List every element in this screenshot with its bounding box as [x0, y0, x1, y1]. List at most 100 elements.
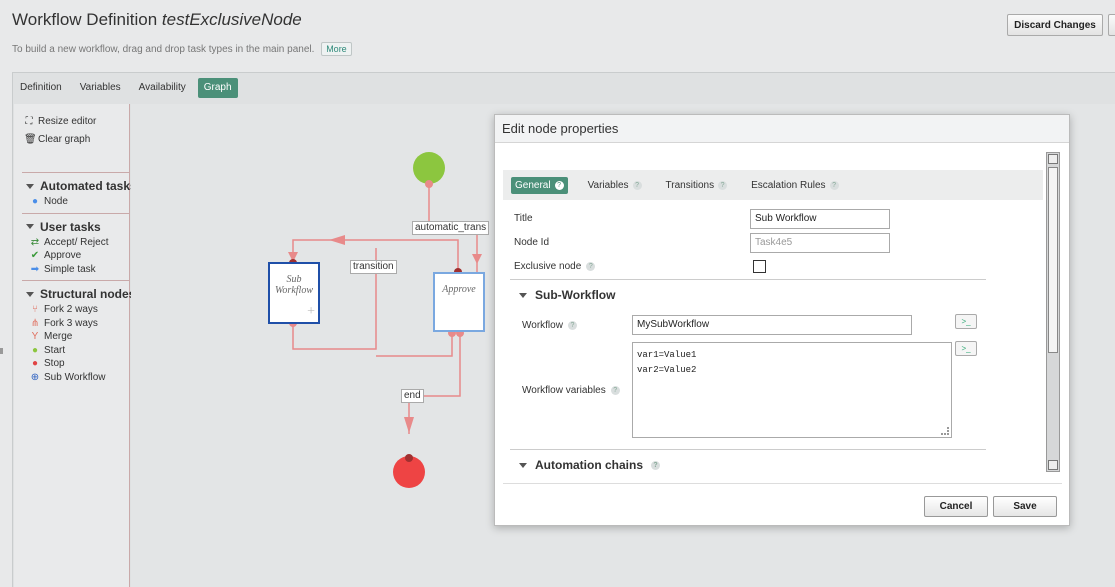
section-user-tasks[interactable]: User tasks: [14, 218, 129, 236]
more-button[interactable]: More: [321, 42, 352, 56]
edge-label-transition[interactable]: transition: [350, 260, 397, 274]
help-icon[interactable]: ?: [610, 386, 620, 395]
sub-workflow-section-header[interactable]: Sub-Workflow: [519, 288, 615, 302]
arrow-head: [329, 235, 345, 245]
help-icon[interactable]: ?: [632, 180, 642, 190]
resize-grip-icon[interactable]: [941, 427, 949, 435]
next-header-button[interactable]: [1108, 14, 1115, 36]
cancel-button[interactable]: Cancel: [924, 496, 988, 517]
item-label: Approve: [44, 250, 82, 262]
chevron-down-icon: [26, 224, 34, 229]
section-automated-tasks[interactable]: Automated tasks: [14, 177, 137, 195]
green-dot-icon: ●: [31, 344, 39, 356]
dialog-tab-general[interactable]: General ?: [511, 176, 568, 194]
resize-editor-label: Resize editor: [38, 115, 97, 127]
palette-item-fork-2[interactable]: ⑂ Fork 2 ways: [14, 303, 129, 317]
title-prefix: Workflow Definition: [12, 10, 158, 29]
variables-script-button[interactable]: >_: [955, 341, 977, 356]
scroll-down-button[interactable]: [1048, 460, 1058, 470]
start-port: [425, 180, 433, 188]
fork-3-icon: ⋔: [30, 317, 40, 329]
tab-label: Escalation Rules: [751, 179, 826, 191]
start-node: [413, 152, 445, 184]
dialog-tabs: General ? Variables ? Transitions ? Esca…: [503, 170, 1043, 200]
help-icon[interactable]: ?: [829, 180, 839, 190]
workflow-script-button[interactable]: >_: [955, 314, 977, 329]
exclusive-node-checkbox[interactable]: [753, 260, 766, 273]
scroll-thumb[interactable]: [1048, 167, 1058, 353]
tab-graph[interactable]: Graph: [197, 78, 238, 98]
palette-item-merge[interactable]: Y Merge: [14, 330, 129, 344]
help-icon[interactable]: ?: [586, 262, 596, 271]
palette-item-simple-task[interactable]: ➡ Simple task: [14, 263, 129, 277]
help-icon[interactable]: ?: [651, 460, 661, 470]
tab-variables[interactable]: Variables: [74, 78, 127, 98]
automation-chains-section-header[interactable]: Automation chains ?: [519, 458, 661, 472]
item-label: Simple task: [44, 263, 96, 275]
subtitle-text: To build a new workflow, drag and drop t…: [12, 44, 315, 55]
save-button[interactable]: Save: [993, 496, 1057, 517]
divider: [510, 449, 986, 450]
arrow-right-icon: ➡: [30, 263, 40, 275]
node-id-input[interactable]: Task4e5: [750, 233, 890, 253]
edge-label-end[interactable]: end: [401, 389, 424, 403]
section-title: Automation chains: [535, 458, 644, 472]
scroll-up-button[interactable]: [1048, 154, 1058, 164]
divider: [22, 280, 129, 281]
script-icon: >_: [961, 317, 971, 326]
script-icon: >_: [961, 344, 971, 353]
palette-item-sub-workflow[interactable]: ⊕ Sub Workflow: [14, 371, 129, 385]
fork-2-icon: ⑂: [32, 304, 38, 316]
resize-editor-tool[interactable]: ⛶ Resize editor: [14, 112, 129, 130]
label-text: Exclusive node: [514, 261, 582, 272]
help-icon[interactable]: ?: [554, 180, 564, 190]
palette-item-approve[interactable]: ✔ Approve: [14, 249, 129, 263]
palette-item-stop[interactable]: ● Stop: [14, 357, 129, 371]
chevron-down-icon: [519, 462, 527, 468]
edge-loop-bottom: [376, 333, 453, 357]
palette-item-accept-reject[interactable]: ⇄ Accept/ Reject: [14, 236, 129, 250]
section-title: Automated tasks: [40, 179, 137, 193]
section-title: User tasks: [40, 219, 101, 234]
palette-item-start[interactable]: ● Start: [14, 344, 129, 358]
approve-node[interactable]: Approve: [433, 272, 485, 332]
help-icon[interactable]: ?: [567, 321, 577, 330]
discard-changes-button[interactable]: Discard Changes: [1007, 14, 1103, 36]
sub-workflow-node[interactable]: Sub Workflow +: [268, 262, 320, 324]
item-label: Fork 3 ways: [44, 317, 98, 329]
label-text: Title: [514, 213, 533, 224]
resize-icon: ⛶: [25, 115, 33, 127]
chevron-down-icon: [26, 183, 34, 189]
workflow-name: testExclusiveNode: [161, 10, 302, 29]
label-text: Workflow: [522, 320, 563, 331]
item-label: Node: [44, 196, 68, 208]
tab-availability[interactable]: Availability: [133, 78, 192, 98]
palette-item-node[interactable]: ● Node: [14, 195, 129, 209]
dialog-tab-variables[interactable]: Variables ?: [584, 177, 646, 194]
edge-label-automatic[interactable]: automatic_trans: [412, 221, 490, 235]
dialog-scrollbar[interactable]: [1046, 152, 1060, 472]
label-text: Node Id: [514, 237, 550, 248]
splitter-handle[interactable]: [0, 348, 3, 354]
sub-workflow-icon: ⊕: [30, 371, 40, 383]
section-structural-nodes[interactable]: Structural nodes: [14, 285, 135, 303]
workflow-variables-label: Workflow variables ?: [522, 385, 620, 396]
tab-definition[interactable]: Definition: [14, 78, 68, 98]
dialog-tab-transitions[interactable]: Transitions ?: [662, 177, 732, 194]
divider: [22, 212, 129, 214]
trash-icon: 🗑: [24, 133, 37, 145]
palette-item-fork-3[interactable]: ⋔ Fork 3 ways: [14, 317, 129, 331]
help-icon[interactable]: ?: [718, 180, 728, 190]
tab-label: Variables: [587, 179, 629, 191]
item-label: Start: [44, 344, 66, 356]
dialog-tab-escalation[interactable]: Escalation Rules ?: [747, 177, 842, 194]
chevron-down-icon: [26, 291, 34, 297]
title-input[interactable]: Sub Workflow: [750, 209, 890, 229]
plus-icon: +: [307, 304, 315, 319]
workflow-input[interactable]: MySubWorkflow: [632, 315, 912, 335]
dialog-title: Edit node properties: [495, 115, 1069, 143]
clear-graph-tool[interactable]: 🗑 Clear graph: [14, 130, 129, 148]
item-label: Fork 2 ways: [44, 304, 98, 316]
workflow-variables-textarea[interactable]: var1=Value1 var2=Value2: [632, 342, 952, 438]
clear-graph-label: Clear graph: [38, 133, 91, 145]
